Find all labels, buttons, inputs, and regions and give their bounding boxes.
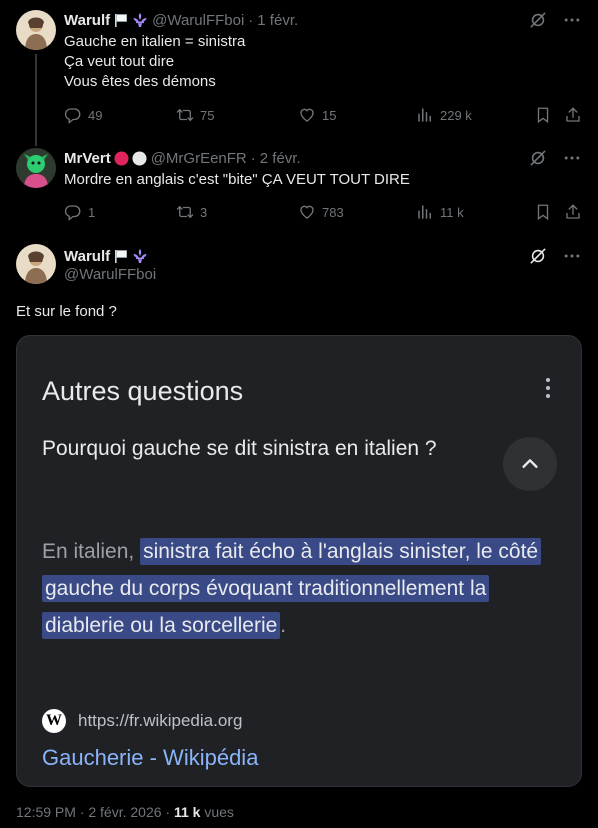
tweet-actions: 1 3 783 11 k bbox=[64, 202, 584, 222]
views-label: vues bbox=[200, 804, 234, 820]
author-handle[interactable]: @WarulFFboi bbox=[64, 266, 156, 283]
name-badges bbox=[113, 12, 148, 28]
thread-line bbox=[35, 54, 37, 146]
tweet-text: Gauche en italien = sinistra Ça veut tou… bbox=[64, 33, 246, 90]
kebab-menu-icon bbox=[541, 376, 555, 400]
name-badges bbox=[113, 248, 148, 264]
tweet-footer: 12:59 PM · 2 févr. 2026 · 11 k vues bbox=[16, 804, 234, 820]
tweet-text: Mordre en anglais c'est "bite" ÇA VEUT T… bbox=[64, 171, 410, 188]
attached-image[interactable]: Autres questions Pourquoi gauche se dit … bbox=[16, 335, 582, 787]
views-count: 11 k bbox=[440, 204, 464, 220]
reply-tweet-2[interactable]: MrVert @MrGrEenFR · 2 févr. Mordre en an… bbox=[0, 138, 598, 230]
author-name[interactable]: MrVert bbox=[64, 150, 111, 167]
retweet-button[interactable]: 3 bbox=[176, 202, 207, 222]
more-horizontal-icon[interactable] bbox=[562, 148, 582, 168]
views-chart-icon bbox=[416, 106, 434, 124]
retweet-icon bbox=[176, 106, 194, 124]
bookmark-icon bbox=[534, 203, 552, 221]
tweet-text: Et sur le fond ? bbox=[16, 303, 117, 320]
card-answer: En italien, sinistra fait écho à l'angla… bbox=[42, 533, 562, 644]
source-url: https://fr.wikipedia.org bbox=[78, 711, 243, 730]
views-button[interactable]: 11 k bbox=[416, 202, 464, 222]
more-horizontal-icon[interactable] bbox=[562, 10, 582, 30]
white-flag-icon bbox=[113, 12, 129, 28]
share-icon bbox=[564, 106, 582, 124]
bookmark-button[interactable] bbox=[534, 105, 552, 125]
views-chart-icon bbox=[416, 203, 434, 221]
tweet-timestamp[interactable]: 12:59 PM · 2 févr. 2026 · bbox=[16, 804, 174, 820]
reply-count: 1 bbox=[88, 204, 96, 220]
grok-icon[interactable] bbox=[528, 246, 548, 266]
views-count: 229 k bbox=[440, 107, 472, 123]
like-button[interactable]: 783 bbox=[298, 202, 344, 222]
like-button[interactable]: 15 bbox=[298, 105, 336, 125]
separator-dot: · bbox=[248, 11, 254, 29]
share-button[interactable] bbox=[564, 202, 582, 222]
bookmark-button[interactable] bbox=[534, 202, 552, 222]
grok-icon[interactable] bbox=[528, 10, 548, 30]
white-flag-icon bbox=[113, 248, 129, 264]
avatar[interactable] bbox=[16, 148, 56, 188]
heart-icon bbox=[298, 203, 316, 221]
avatar[interactable] bbox=[16, 10, 56, 50]
name-badges bbox=[114, 150, 147, 166]
reply-button[interactable]: 1 bbox=[64, 202, 95, 222]
heart-icon bbox=[298, 106, 316, 124]
views-button[interactable]: 229 k bbox=[416, 105, 472, 125]
share-icon bbox=[564, 203, 582, 221]
fleur-de-lis-icon bbox=[132, 12, 148, 28]
avatar[interactable] bbox=[16, 244, 56, 284]
separator-dot: · bbox=[250, 149, 256, 167]
share-button[interactable] bbox=[564, 105, 582, 125]
retweet-icon bbox=[176, 203, 194, 221]
author-name[interactable]: Warulf bbox=[64, 248, 110, 265]
reply-count: 49 bbox=[88, 107, 103, 123]
reply-tweet-1[interactable]: Warulf @WarulFFboi · 1 févr. Gauche en i… bbox=[0, 0, 598, 146]
reply-icon bbox=[64, 106, 82, 124]
white-circle-icon bbox=[132, 150, 147, 166]
more-horizontal-icon[interactable] bbox=[562, 246, 582, 266]
reply-button[interactable]: 49 bbox=[64, 105, 102, 125]
like-count: 15 bbox=[322, 107, 337, 123]
bookmark-icon bbox=[534, 106, 552, 124]
views-count: 11 k bbox=[173, 804, 201, 820]
author-handle[interactable]: @MrGrEenFR bbox=[151, 150, 247, 167]
red-circle-icon bbox=[114, 150, 129, 166]
retweet-count: 3 bbox=[200, 204, 208, 220]
answer-prefix: En italien, bbox=[42, 540, 141, 563]
source-title: Gaucherie - Wikipédia bbox=[42, 745, 259, 770]
tweet-actions: 49 75 15 229 k bbox=[64, 105, 584, 125]
source-row: W https://fr.wikipedia.org bbox=[42, 709, 242, 733]
grok-icon[interactable] bbox=[528, 148, 548, 168]
author-name[interactable]: Warulf bbox=[64, 12, 110, 29]
reply-icon bbox=[64, 203, 82, 221]
wikipedia-logo-icon: W bbox=[42, 709, 66, 733]
card-title: Autres questions bbox=[42, 376, 244, 406]
answer-suffix: . bbox=[280, 614, 287, 637]
retweet-count: 75 bbox=[200, 107, 215, 123]
fleur-de-lis-icon bbox=[132, 248, 148, 264]
card-question: Pourquoi gauche se dit sinistra en itali… bbox=[42, 437, 437, 460]
collapse-button bbox=[503, 437, 557, 491]
like-count: 783 bbox=[322, 204, 344, 220]
author-handle[interactable]: @WarulFFboi bbox=[152, 12, 244, 29]
retweet-button[interactable]: 75 bbox=[176, 105, 214, 125]
tweet-time[interactable]: 2 févr. bbox=[260, 150, 301, 167]
chevron-up-icon bbox=[522, 459, 538, 468]
tweet-time[interactable]: 1 févr. bbox=[257, 12, 298, 29]
